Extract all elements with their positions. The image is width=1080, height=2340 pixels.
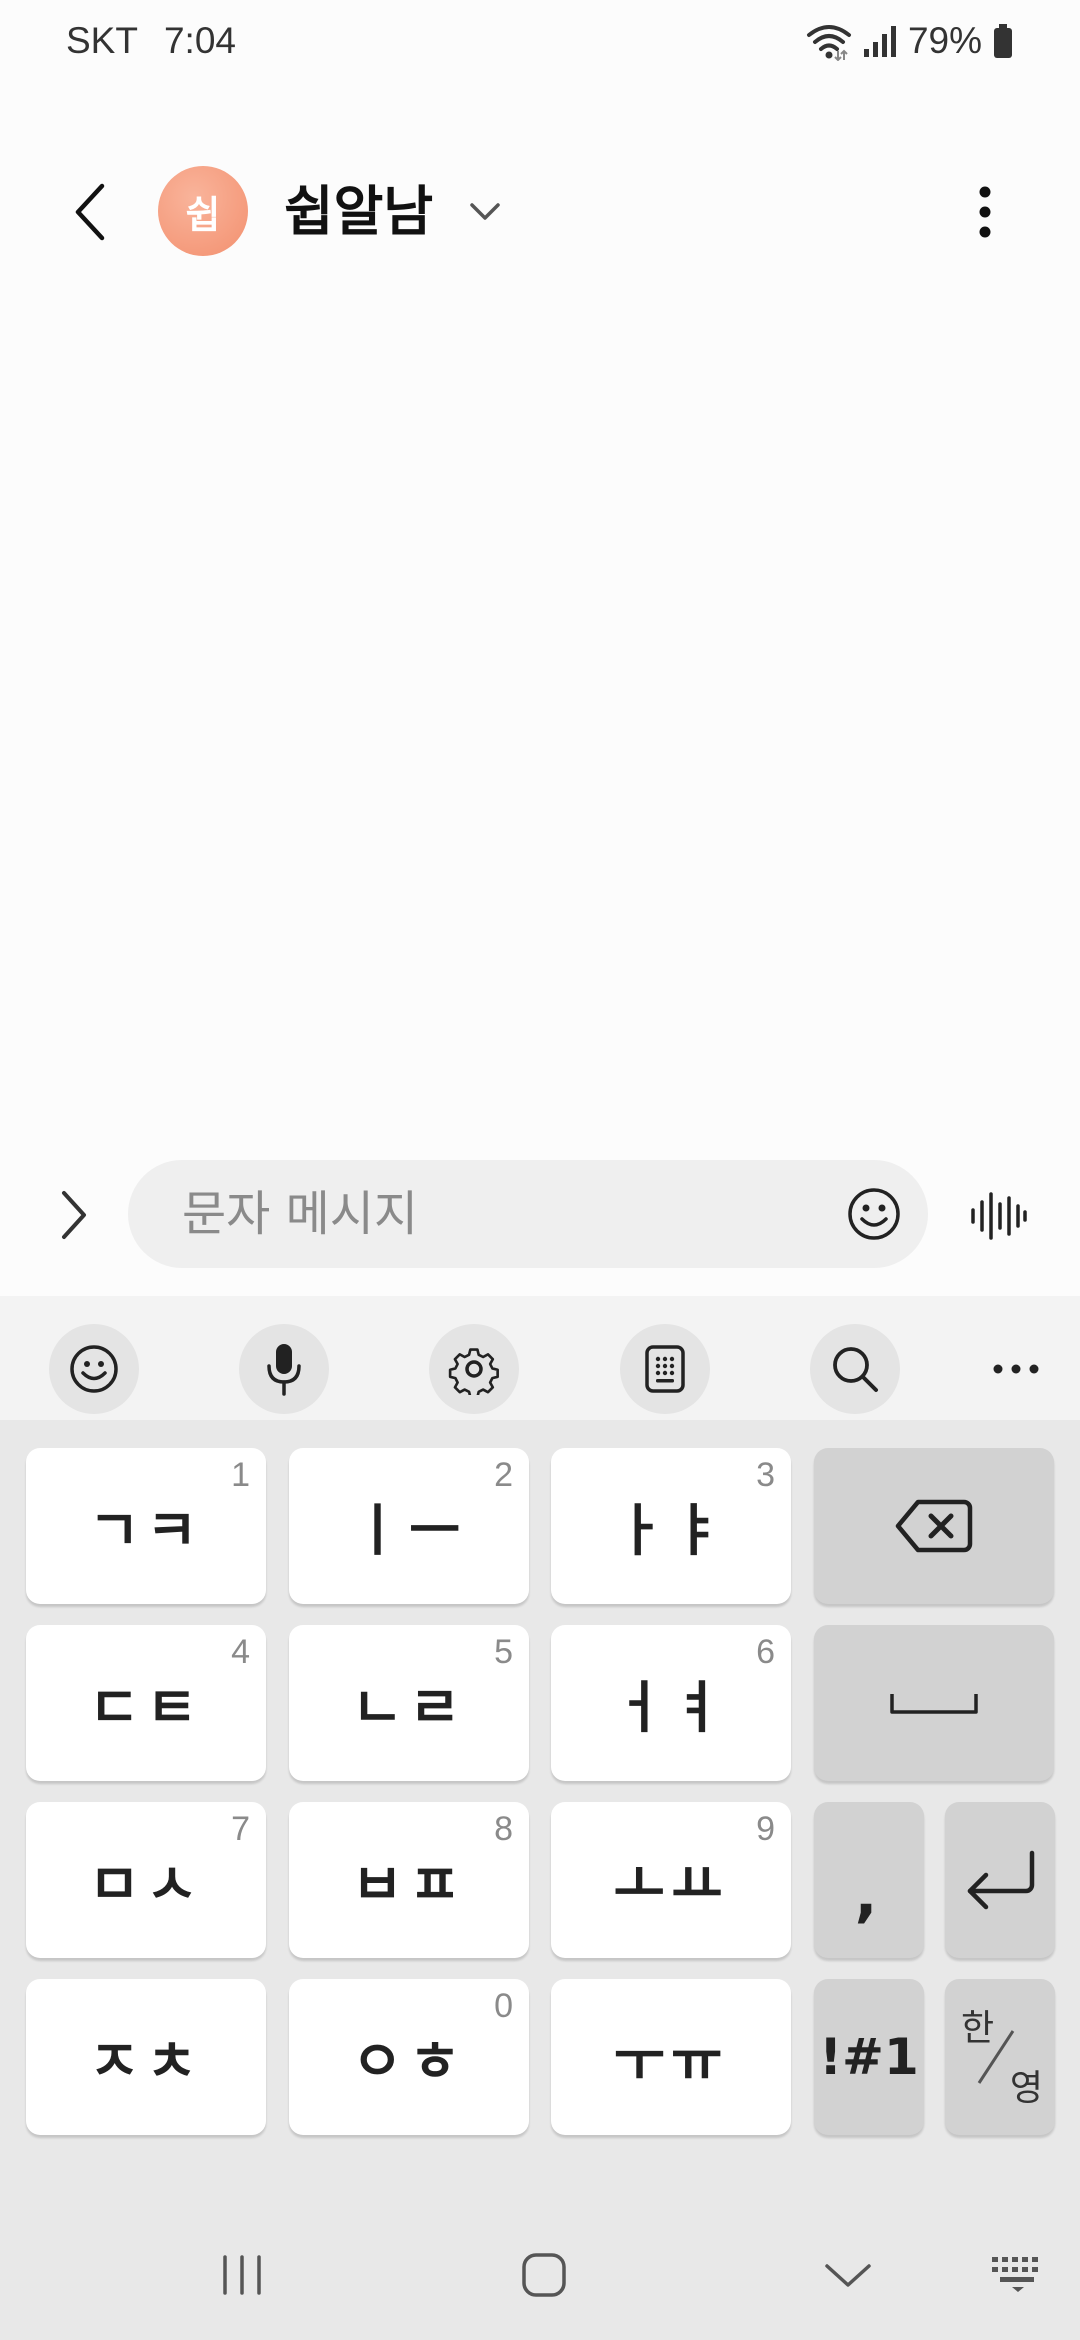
emoji-icon[interactable] xyxy=(846,1186,902,1242)
key-label: ㅂㅍ xyxy=(351,1852,467,1918)
search-button[interactable] xyxy=(810,1324,900,1414)
message-input[interactable] xyxy=(128,1160,928,1268)
status-right: 79% xyxy=(806,20,1014,62)
expand-attachments-button[interactable] xyxy=(48,1182,98,1248)
more-vertical-icon xyxy=(979,186,991,238)
key-eo-yeo[interactable]: ㅓㅕ 6 xyxy=(551,1625,791,1781)
home-button[interactable] xyxy=(504,2240,584,2310)
settings-button[interactable] xyxy=(429,1324,519,1414)
key-number: 8 xyxy=(494,1810,513,1848)
key-number: 9 xyxy=(756,1810,775,1848)
key-label: ㄴㄹ xyxy=(351,1675,467,1741)
wifi-icon xyxy=(806,25,851,61)
slash-icon xyxy=(977,2030,1015,2084)
key-number: 5 xyxy=(494,1633,513,1671)
battery-icon xyxy=(994,24,1012,58)
key-number: 7 xyxy=(231,1810,250,1848)
settings-icon xyxy=(448,1348,499,1395)
navigation-bar xyxy=(0,2210,1080,2340)
home-icon xyxy=(522,2253,566,2297)
key-jieut[interactable]: ㅈㅊ xyxy=(26,1979,266,2135)
clipboard-icon xyxy=(645,1345,685,1393)
back-button[interactable] xyxy=(62,180,118,244)
key-space[interactable] xyxy=(814,1625,1054,1781)
key-label: ㄱㅋ xyxy=(88,1498,204,1564)
avatar[interactable]: 쉽 xyxy=(158,166,248,256)
emoji-icon xyxy=(70,1345,118,1393)
key-backspace[interactable] xyxy=(814,1448,1054,1604)
chevron-down-icon[interactable] xyxy=(468,194,502,228)
conversation-header: 쉽 쉽알남 xyxy=(0,150,1080,274)
key-giyeok[interactable]: ㄱㅋ 1 xyxy=(26,1448,266,1604)
key-mieum[interactable]: ㅁㅅ 7 xyxy=(26,1802,266,1958)
key-language-toggle[interactable]: 한 영 xyxy=(945,1979,1055,2135)
key-symbols[interactable]: !#1 xyxy=(814,1979,924,2135)
compose-row xyxy=(0,1160,1080,1270)
more-horizontal-icon xyxy=(993,1364,1039,1374)
space-icon xyxy=(890,1694,978,1714)
voice-wave-icon xyxy=(971,1192,1027,1240)
microphone-icon xyxy=(267,1344,301,1396)
key-label: ㄷㅌ xyxy=(88,1675,204,1741)
key-label: ㅜㅠ xyxy=(613,2029,729,2095)
voice-input-button[interactable] xyxy=(239,1324,329,1414)
toolbar-more-button[interactable] xyxy=(988,1344,1044,1394)
chevron-right-icon xyxy=(62,1191,86,1239)
key-digeut[interactable]: ㄷㅌ 4 xyxy=(26,1625,266,1781)
key-number: 6 xyxy=(756,1633,775,1671)
key-nieun[interactable]: ㄴㄹ 5 xyxy=(289,1625,529,1781)
lang-bottom-label: 영 xyxy=(1009,2068,1043,2109)
more-options-button[interactable] xyxy=(962,178,1008,246)
recents-button[interactable] xyxy=(202,2240,282,2310)
key-label: ㅇㅎ xyxy=(351,2029,467,2095)
key-bieup[interactable]: ㅂㅍ 8 xyxy=(289,1802,529,1958)
enter-icon xyxy=(967,1850,1035,1910)
carrier-label: SKT xyxy=(66,20,138,61)
signal-icon xyxy=(863,26,896,57)
key-comma[interactable]: , xyxy=(814,1802,924,1958)
key-a-ya[interactable]: ㅏㅑ 3 xyxy=(551,1448,791,1604)
key-label: ㅏㅑ xyxy=(613,1498,729,1564)
key-enter[interactable] xyxy=(945,1802,1055,1958)
key-label: ㅓㅕ xyxy=(613,1675,729,1741)
battery-percent: 79% xyxy=(907,20,982,61)
keyboard-mode-button[interactable] xyxy=(620,1324,710,1414)
search-icon xyxy=(833,1347,878,1392)
key-i-eu[interactable]: ㅣㅡ 2 xyxy=(289,1448,529,1604)
status-left: SKT 7:04 xyxy=(66,20,236,62)
key-u-yu[interactable]: ㅜㅠ xyxy=(551,1979,791,2135)
key-number: 4 xyxy=(231,1633,250,1671)
keyboard: ㄱㅋ 1 ㅣㅡ 2 ㅏㅑ 3 ㄷㅌ 4 ㄴㄹ 5 ㅓㅕ 6 ㅁㅅ 7 ㅂㅍ 8 … xyxy=(0,1420,1080,2210)
emoji-button[interactable] xyxy=(49,1324,139,1414)
voice-message-button[interactable] xyxy=(966,1184,1030,1248)
avatar-initial: 쉽 xyxy=(185,192,221,237)
hide-keyboard-button[interactable] xyxy=(808,2240,888,2310)
key-ieung[interactable]: ㅇㅎ 0 xyxy=(289,1979,529,2135)
keyboard-switch-button[interactable] xyxy=(978,2240,1058,2310)
key-label: ㅁㅅ xyxy=(88,1852,204,1918)
key-label: ㅈㅊ xyxy=(88,2029,204,2095)
key-label: ㅗㅛ xyxy=(613,1852,729,1918)
recents-icon xyxy=(223,2255,261,2295)
contact-name[interactable]: 쉽알남 xyxy=(284,176,433,248)
key-number: 0 xyxy=(494,1987,513,2025)
keyboard-icon xyxy=(992,2257,1038,2292)
key-number: 3 xyxy=(756,1456,775,1494)
key-number: 2 xyxy=(494,1456,513,1494)
backspace-icon xyxy=(895,1499,973,1553)
clock: 7:04 xyxy=(163,20,236,61)
key-label: ㅣㅡ xyxy=(351,1498,467,1564)
back-arrow-icon xyxy=(75,183,105,241)
key-label: , xyxy=(854,1860,884,1930)
key-o-yo[interactable]: ㅗㅛ 9 xyxy=(551,1802,791,1958)
key-label: !#1 xyxy=(819,2028,919,2086)
keyboard-toolbar xyxy=(0,1296,1080,1420)
status-bar: SKT 7:04 79% xyxy=(0,0,1080,82)
key-number: 1 xyxy=(231,1456,250,1494)
back-down-icon xyxy=(825,2264,871,2287)
